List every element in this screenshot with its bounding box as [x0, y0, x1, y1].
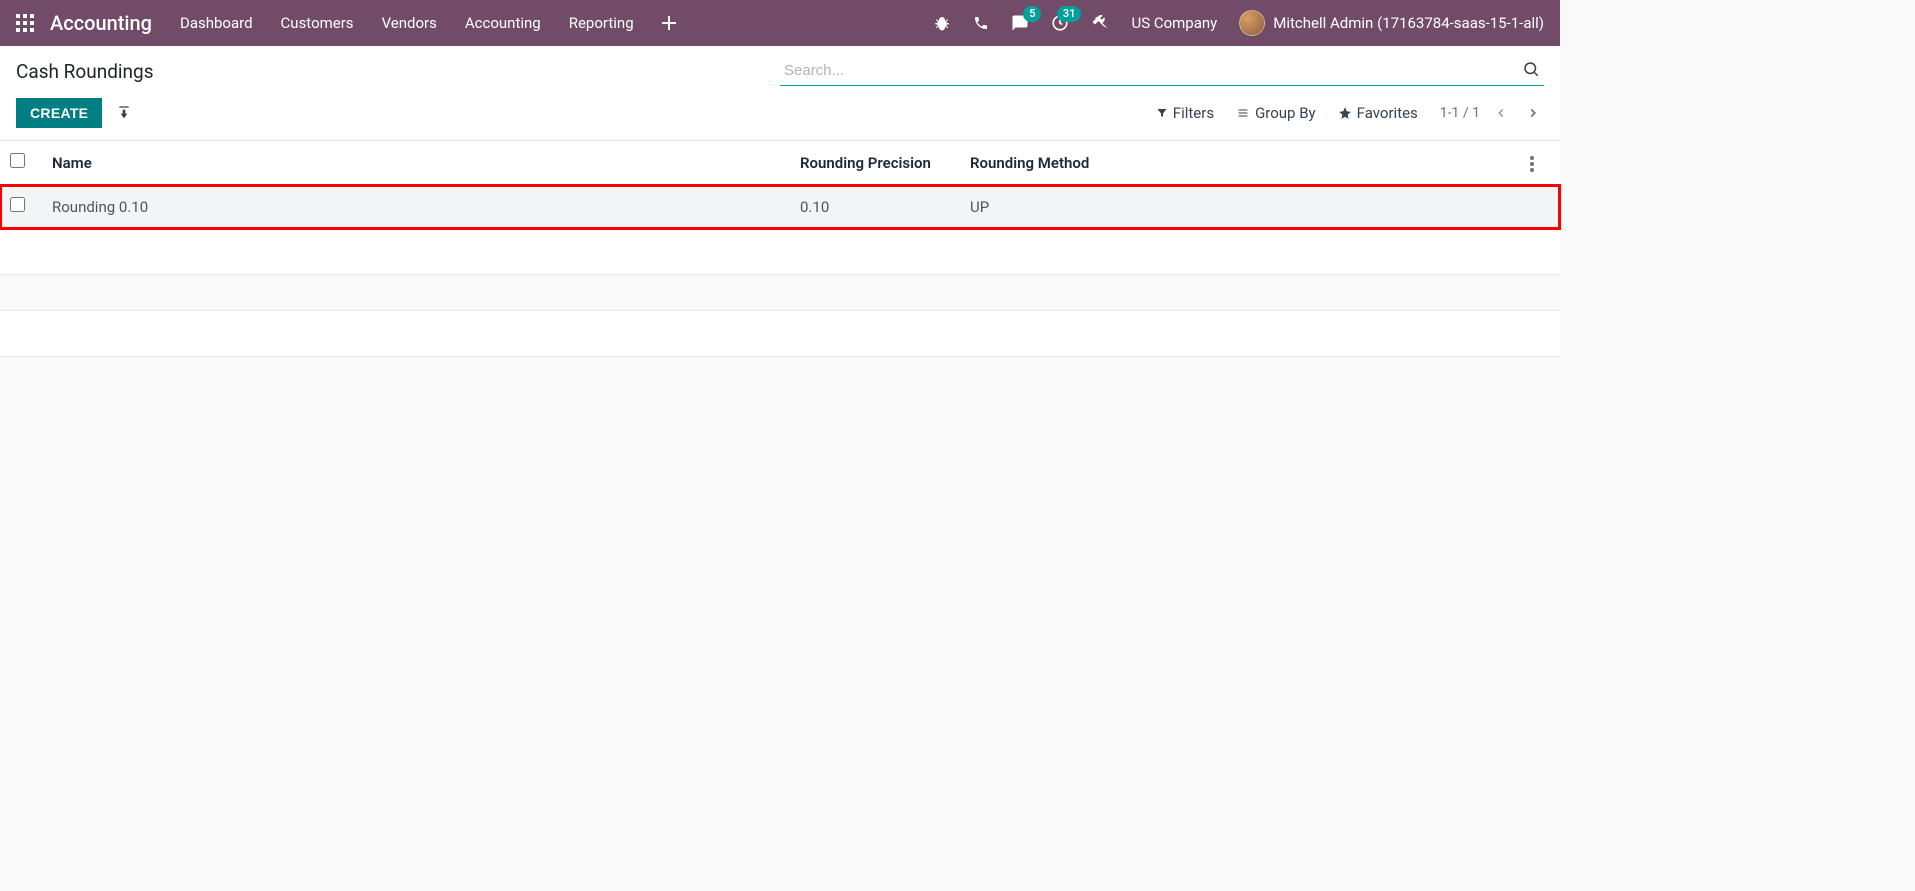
groupby-button[interactable]: Group By	[1236, 104, 1316, 122]
create-button[interactable]: CREATE	[16, 98, 102, 128]
table-header-row: Name Rounding Precision Rounding Method	[0, 141, 1560, 185]
favorites-label: Favorites	[1357, 104, 1418, 122]
select-all-checkbox[interactable]	[10, 153, 25, 168]
apps-icon[interactable]	[16, 14, 34, 32]
empty-row	[0, 229, 1560, 275]
activities-icon[interactable]: 31	[1051, 14, 1069, 32]
pager: 1-1 / 1	[1440, 102, 1544, 124]
user-menu[interactable]: Mitchell Admin (17163784-saas-15-1-all)	[1239, 10, 1544, 36]
cell-name: Rounding 0.10	[42, 185, 790, 229]
groupby-label: Group By	[1255, 104, 1316, 122]
activities-badge: 31	[1057, 6, 1082, 22]
pager-range: 1-1 / 1	[1440, 105, 1480, 121]
favorites-button[interactable]: Favorites	[1338, 104, 1418, 122]
menu-customers[interactable]: Customers	[281, 14, 354, 32]
company-switcher[interactable]: US Company	[1131, 14, 1217, 32]
tools-icon[interactable]	[1091, 14, 1109, 32]
import-icon[interactable]	[116, 105, 132, 121]
avatar	[1239, 10, 1265, 36]
navbar-right: 5 31 US Company Mitchell Admin (17163784…	[933, 10, 1544, 36]
list-view: Name Rounding Precision Rounding Method …	[0, 141, 1560, 357]
header-checkbox-cell	[0, 141, 42, 185]
header-options	[1520, 141, 1560, 185]
empty-row	[0, 311, 1560, 357]
messages-icon[interactable]: 5	[1011, 14, 1029, 32]
cell-method: UP	[960, 185, 1520, 229]
search-bar	[780, 56, 1544, 86]
table-row[interactable]: Rounding 0.10 0.10 UP	[0, 185, 1560, 229]
app-brand[interactable]: Accounting	[50, 11, 152, 35]
menu-accounting[interactable]: Accounting	[465, 14, 541, 32]
pager-prev-icon[interactable]	[1490, 102, 1512, 124]
columns-options-icon[interactable]	[1530, 153, 1534, 171]
page-title: Cash Roundings	[16, 60, 154, 83]
pager-next-icon[interactable]	[1522, 102, 1544, 124]
cell-precision: 0.10	[790, 185, 960, 229]
menu-reporting[interactable]: Reporting	[569, 14, 634, 32]
filters-label: Filters	[1173, 104, 1214, 122]
messages-badge: 5	[1023, 6, 1041, 22]
row-checkbox[interactable]	[10, 197, 25, 212]
header-precision[interactable]: Rounding Precision	[790, 141, 960, 185]
search-input[interactable]	[780, 56, 1544, 86]
plus-icon[interactable]	[662, 15, 676, 31]
header-method[interactable]: Rounding Method	[960, 141, 1520, 185]
main-menu: Dashboard Customers Vendors Accounting R…	[180, 14, 676, 32]
search-options: Filters Group By Favorites	[1156, 104, 1418, 122]
user-name: Mitchell Admin (17163784-saas-15-1-all)	[1273, 14, 1544, 32]
control-panel: Cash Roundings CREATE Filters Group By	[0, 46, 1560, 141]
header-name[interactable]: Name	[42, 141, 790, 185]
gap-row	[0, 275, 1560, 311]
menu-vendors[interactable]: Vendors	[382, 14, 437, 32]
menu-dashboard[interactable]: Dashboard	[180, 14, 253, 32]
top-navbar: Accounting Dashboard Customers Vendors A…	[0, 0, 1560, 46]
row-checkbox-cell	[0, 185, 42, 229]
search-icon[interactable]	[1522, 60, 1540, 78]
phone-icon[interactable]	[973, 15, 989, 31]
filters-button[interactable]: Filters	[1156, 104, 1214, 122]
bug-icon[interactable]	[933, 14, 951, 32]
